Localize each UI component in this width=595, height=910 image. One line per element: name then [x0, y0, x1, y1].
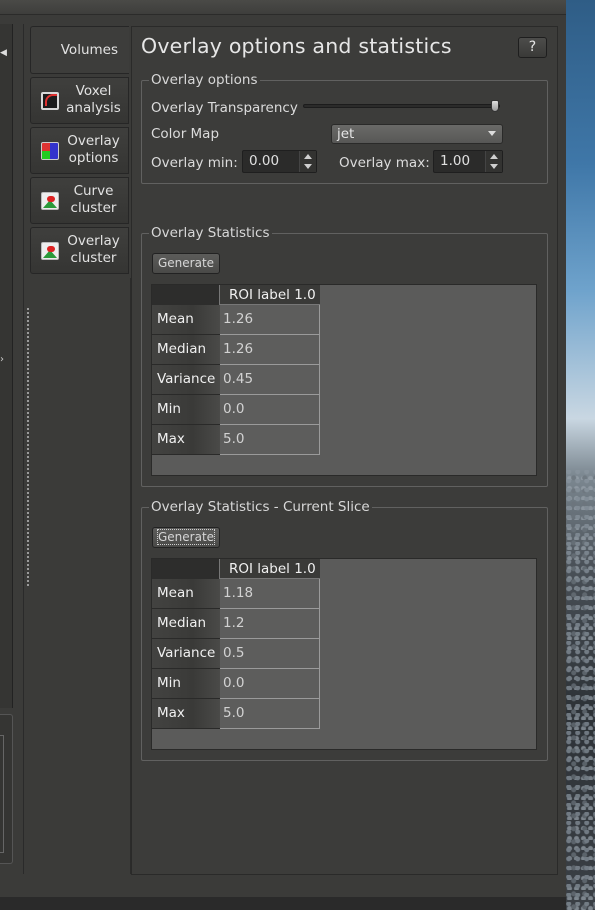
left-lower-scroll-edge: [0, 735, 4, 853]
colormap-label: Color Map: [151, 126, 220, 142]
row-header[interactable]: Variance: [152, 365, 220, 395]
table-corner[interactable]: [152, 559, 220, 579]
tab-volumes[interactable]: Volumes: [30, 26, 129, 74]
tab-label: Overlay cluster: [67, 233, 120, 266]
tab-label: Curve cluster: [70, 183, 117, 216]
spin-up-icon[interactable]: [304, 154, 312, 159]
spin-buttons[interactable]: [485, 151, 502, 172]
slice-statistics-table[interactable]: ROI label 1.0 Mean 1.18 Median 1.2 Varia…: [151, 558, 537, 750]
row-header[interactable]: Variance: [152, 639, 220, 669]
overlay-min-value: 0.00: [249, 153, 280, 169]
overlay-statistics-legend: Overlay Statistics: [151, 225, 270, 241]
row-header[interactable]: Min: [152, 395, 220, 425]
overlay-min-spinbox[interactable]: 0.00: [242, 150, 317, 173]
color-grid-icon: [41, 142, 59, 160]
table-cell[interactable]: 5.0: [220, 699, 320, 729]
splitter-arrow-icon[interactable]: ›: [0, 354, 4, 365]
page-title: Overlay options and statistics: [141, 34, 452, 58]
generate-label: Generate: [158, 256, 215, 270]
table-cell[interactable]: 0.5: [220, 639, 320, 669]
spin-down-icon[interactable]: [490, 164, 498, 169]
table-cell[interactable]: 1.2: [220, 609, 320, 639]
table-cell[interactable]: 1.18: [220, 579, 320, 609]
transparency-slider[interactable]: [303, 104, 500, 108]
row-header[interactable]: Mean: [152, 579, 220, 609]
overlay-max-label: Overlay max:: [339, 155, 430, 171]
overlay-max-value: 1.00: [440, 153, 471, 169]
voxel-analysis-icon: [41, 92, 59, 110]
row-header[interactable]: Median: [152, 609, 220, 639]
tab-label: Volumes: [60, 41, 118, 58]
header-filler: [320, 559, 536, 579]
current-slice-legend: Overlay Statistics - Current Slice: [151, 499, 370, 515]
row-header[interactable]: Mean: [152, 305, 220, 335]
column-header[interactable]: ROI label 1.0: [220, 285, 320, 305]
row-header[interactable]: Median: [152, 335, 220, 365]
window-bottom-edge: [0, 897, 566, 910]
table-cell[interactable]: 1.26: [220, 305, 320, 335]
generate-label: Generate: [156, 529, 216, 545]
header-filler: [320, 285, 536, 305]
table-cell[interactable]: 0.0: [220, 669, 320, 699]
tab-voxel-analysis[interactable]: Voxel analysis: [30, 77, 129, 124]
generate-button[interactable]: Generate: [152, 253, 221, 274]
app-window: ◀ › Volumes Voxel analysis Overlay optio…: [0, 0, 566, 897]
desktop-background-rocks: [566, 470, 595, 910]
chevron-down-icon: [488, 131, 496, 136]
tab-label: Overlay options: [67, 133, 120, 166]
window-top-bar: [0, 0, 566, 15]
tab-label: Voxel analysis: [66, 83, 121, 116]
spin-buttons[interactable]: [299, 151, 316, 172]
colormap-select[interactable]: jet: [331, 124, 503, 144]
image-icon: [41, 242, 59, 260]
tab-overlay-cluster[interactable]: Overlay cluster: [30, 227, 129, 274]
table-corner[interactable]: [152, 285, 220, 305]
colormap-value: jet: [337, 126, 355, 142]
transparency-label: Overlay Transparency: [151, 100, 298, 116]
generate-slice-button[interactable]: Generate: [152, 527, 221, 548]
statistics-table[interactable]: ROI label 1.0 Mean 1.26 Median 1.26 Vari…: [151, 284, 537, 476]
left-column-outline: [12, 24, 24, 874]
row-header[interactable]: Max: [152, 425, 220, 455]
table-cell[interactable]: 0.45: [220, 365, 320, 395]
table-cell[interactable]: 0.0: [220, 395, 320, 425]
table-cell[interactable]: 5.0: [220, 425, 320, 455]
row-header[interactable]: Max: [152, 699, 220, 729]
tab-curve-cluster[interactable]: Curve cluster: [30, 177, 129, 224]
splitter-handle[interactable]: [27, 308, 29, 586]
tab-column-background: [30, 278, 131, 874]
overlay-options-legend: Overlay options: [151, 72, 258, 88]
column-header[interactable]: ROI label 1.0: [220, 559, 320, 579]
overlay-min-label: Overlay min:: [151, 155, 238, 171]
spin-up-icon[interactable]: [490, 154, 498, 159]
row-header[interactable]: Min: [152, 669, 220, 699]
help-button[interactable]: ?: [518, 37, 547, 58]
spin-down-icon[interactable]: [304, 164, 312, 169]
image-icon: [41, 192, 59, 210]
collapse-arrow-icon[interactable]: ◀: [0, 48, 7, 58]
table-cell[interactable]: 1.26: [220, 335, 320, 365]
overlay-max-spinbox[interactable]: 1.00: [433, 150, 503, 173]
side-tab-bar: Volumes Voxel analysis Overlay options C…: [30, 26, 130, 277]
tab-overlay-options[interactable]: Overlay options: [30, 127, 129, 174]
transparency-slider-handle[interactable]: [491, 100, 499, 112]
